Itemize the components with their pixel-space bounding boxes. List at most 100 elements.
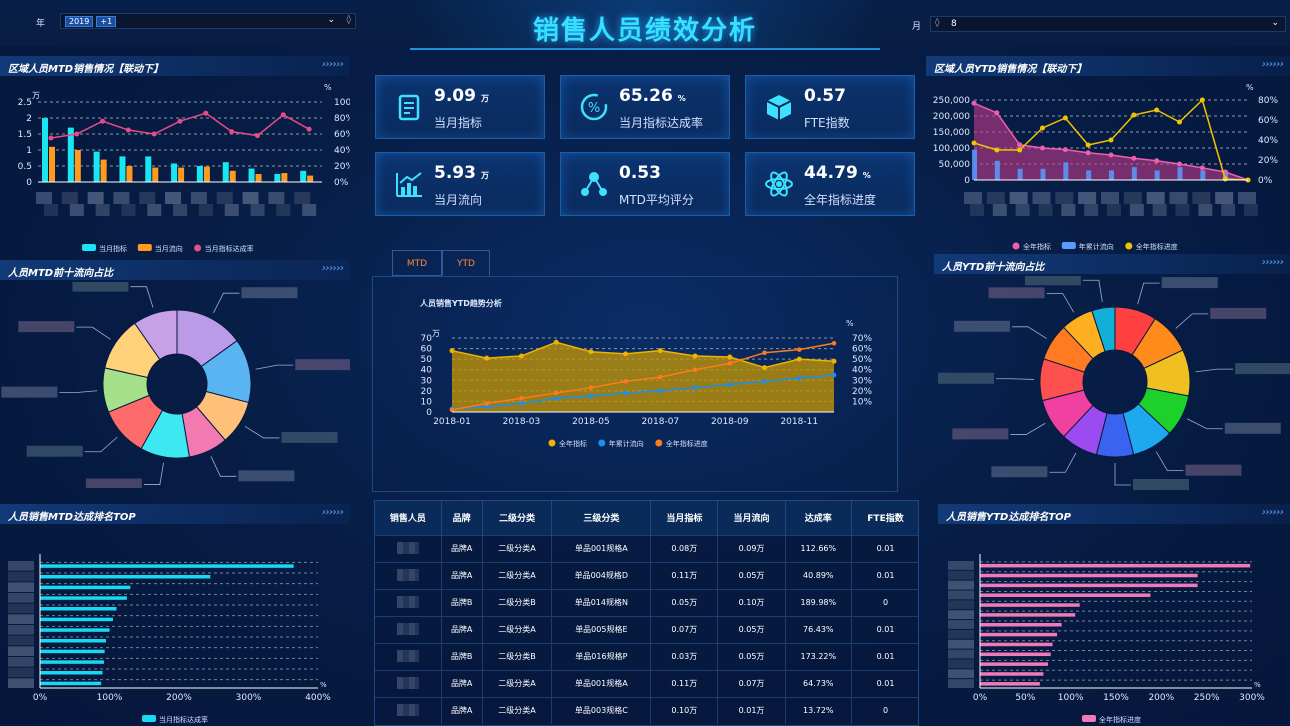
rank-bar[interactable]	[40, 617, 113, 622]
legend-swatch[interactable]	[1012, 242, 1020, 250]
progress-point[interactable]	[971, 140, 977, 146]
target-point[interactable]	[657, 348, 663, 354]
target-point[interactable]	[1017, 142, 1023, 148]
year-tag[interactable]: 2019	[65, 15, 94, 27]
legend-label[interactable]: 全年指标	[559, 439, 587, 448]
column-header[interactable]: 当月指标	[650, 501, 719, 535]
column-header[interactable]: 达成率	[785, 501, 853, 535]
rank-bar[interactable]	[40, 628, 110, 632]
legend-swatch[interactable]	[1125, 242, 1133, 250]
rank-bar[interactable]	[980, 672, 1044, 676]
rank-bar[interactable]	[980, 632, 1058, 637]
table-row[interactable]: 品牌B 二级分类B 单品016规格P 0.03万 0.05万 173.22% 0.01	[375, 642, 918, 670]
bar-target[interactable]	[300, 170, 307, 182]
bar-target[interactable]	[274, 174, 281, 182]
rank-bar[interactable]	[980, 682, 1040, 686]
table-row[interactable]: 品牌A 二级分类A 单品001规格A 0.08万 0.09万 112.66% 0.01	[375, 534, 918, 562]
rank-bar[interactable]	[40, 585, 131, 590]
bar-ytd-flow[interactable]	[1177, 167, 1183, 180]
bar-ytd-flow[interactable]	[972, 149, 977, 180]
table-row[interactable]: 品牌A 二级分类A 单品004规格D 0.11万 0.05万 40.89% 0.01	[375, 561, 918, 589]
series-point[interactable]	[484, 401, 490, 406]
rank-bar[interactable]	[980, 593, 1151, 597]
bar-flow[interactable]	[178, 167, 185, 182]
series-point[interactable]	[692, 385, 698, 390]
legend-label[interactable]: 当月流向	[155, 244, 183, 253]
tab-mtd[interactable]: MTD	[392, 250, 442, 276]
series-point[interactable]	[449, 407, 455, 413]
rank-bar[interactable]	[40, 660, 104, 664]
legend-label[interactable]: 当月指标达成率	[159, 715, 208, 724]
rate-point[interactable]	[254, 133, 260, 139]
bar-target[interactable]	[145, 156, 152, 182]
bar-flow[interactable]	[152, 167, 159, 182]
legend-label[interactable]: 当月指标	[99, 244, 127, 253]
table-row[interactable]: 品牌A 二级分类A 单品005规格E 0.07万 0.05万 76.43% 0.01	[375, 615, 918, 643]
bar-target[interactable]	[93, 151, 100, 182]
progress-point[interactable]	[994, 147, 1000, 153]
legend-swatch[interactable]	[1082, 715, 1096, 722]
rank-bar[interactable]	[40, 607, 117, 611]
rank-bar[interactable]	[40, 649, 105, 654]
legend-swatch[interactable]	[82, 244, 96, 251]
bar-ytd-flow[interactable]	[1200, 170, 1206, 180]
target-point[interactable]	[1177, 161, 1182, 167]
series-point[interactable]	[588, 393, 594, 399]
bar-target[interactable]	[248, 168, 255, 182]
rank-bar[interactable]	[980, 563, 1251, 568]
rank-bar[interactable]	[980, 603, 1080, 607]
bar-flow[interactable]	[74, 150, 81, 182]
clear-icon[interactable]: ◊	[347, 15, 351, 25]
legend-swatch[interactable]	[194, 244, 202, 252]
bar-flow[interactable]	[281, 173, 288, 182]
progress-point[interactable]	[1108, 137, 1114, 143]
legend-swatch[interactable]	[142, 715, 156, 722]
bar-flow[interactable]	[255, 174, 262, 182]
series-point[interactable]	[623, 390, 628, 396]
bar-ytd-flow[interactable]	[1109, 170, 1114, 180]
rate-point[interactable]	[125, 127, 131, 133]
rank-bar[interactable]	[980, 642, 1053, 647]
bar-ytd-flow[interactable]	[1063, 162, 1069, 180]
table-row[interactable]: 品牌A 二级分类A 单品003规格C 0.10万 0.01万 13.72% 0	[375, 696, 918, 724]
bar-flow[interactable]	[229, 170, 236, 182]
series-point[interactable]	[588, 385, 594, 390]
legend-label[interactable]: 年累计流向	[609, 439, 644, 448]
series-point[interactable]	[692, 367, 698, 373]
rank-bar[interactable]	[980, 613, 1076, 617]
target-point[interactable]	[796, 356, 802, 362]
legend-label[interactable]: 全年指标	[1023, 242, 1051, 251]
rank-bar[interactable]	[40, 681, 102, 686]
bar-ytd-flow[interactable]	[1154, 170, 1160, 180]
column-header[interactable]: 三级分类	[551, 501, 652, 535]
series-point[interactable]	[727, 361, 733, 366]
target-point[interactable]	[762, 365, 768, 371]
legend-label[interactable]: 全年指标进度	[1099, 715, 1141, 724]
rate-point[interactable]	[74, 131, 80, 137]
column-header[interactable]: 品牌	[441, 501, 483, 535]
bar-target[interactable]	[196, 166, 203, 182]
series-point[interactable]	[796, 347, 802, 352]
target-point[interactable]	[1040, 145, 1045, 151]
rate-point[interactable]	[100, 118, 106, 124]
progress-point[interactable]	[1177, 119, 1182, 125]
rate-point[interactable]	[280, 112, 286, 118]
legend-swatch[interactable]	[137, 244, 152, 251]
legend-label[interactable]: 当月指标达成率	[205, 244, 254, 253]
rank-bar[interactable]	[40, 671, 103, 675]
series-point[interactable]	[727, 382, 733, 387]
bar-flow[interactable]	[307, 175, 314, 182]
year-more-tag[interactable]: +1	[96, 15, 117, 27]
target-point[interactable]	[692, 353, 698, 359]
rank-bar[interactable]	[40, 564, 294, 568]
series-point[interactable]	[831, 340, 837, 346]
rank-bar[interactable]	[980, 573, 1198, 578]
rank-bar[interactable]	[980, 652, 1051, 657]
table-row[interactable]: 品牌B 二级分类B 单品014规格N 0.05万 0.10万 189.98% 0	[375, 588, 918, 616]
chevron-down-icon[interactable]: ⌄	[1271, 18, 1279, 28]
bar-flow[interactable]	[100, 159, 107, 182]
chevron-down-icon[interactable]: ⌄	[327, 15, 335, 25]
progress-point[interactable]	[1222, 176, 1228, 182]
target-point[interactable]	[588, 349, 594, 355]
target-point[interactable]	[484, 355, 490, 361]
